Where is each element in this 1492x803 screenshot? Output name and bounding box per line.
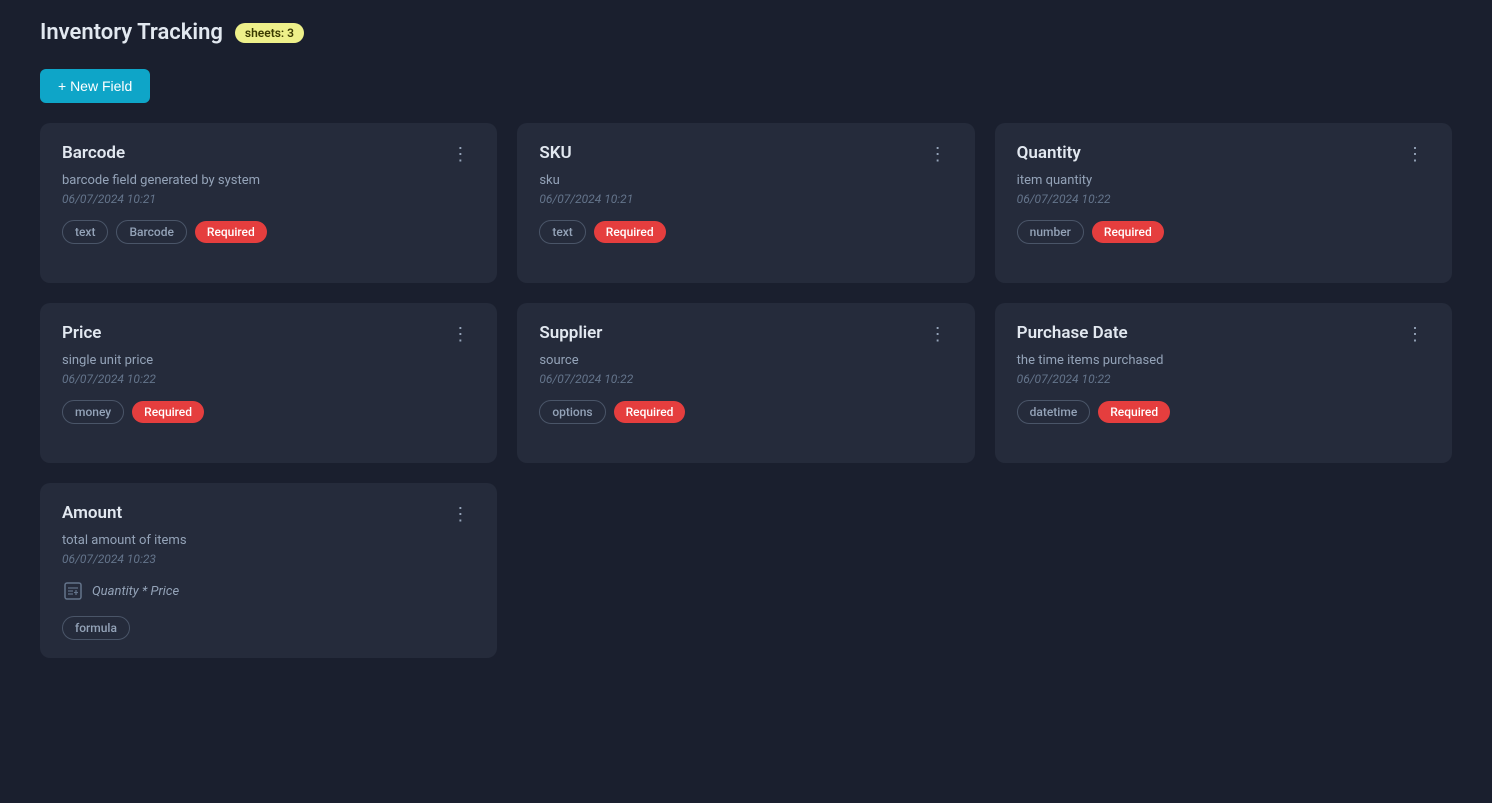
card-description-price: single unit price xyxy=(62,353,475,368)
card-description-amount: total amount of items xyxy=(62,533,475,548)
tag-money-price: money xyxy=(62,400,124,424)
card-description-purchase-date: the time items purchased xyxy=(1017,353,1430,368)
tag-required-purchase-date: Required xyxy=(1098,401,1170,423)
card-formula-amount: Quantity * Price xyxy=(92,584,179,599)
card-description-supplier: source xyxy=(539,353,952,368)
card-purchase-date: Purchase Date ⋮ the time items purchased 06… xyxy=(995,303,1452,463)
card-date-supplier: 06/07/2024 10:22 xyxy=(539,372,952,386)
tag-options-supplier: options xyxy=(539,400,605,424)
card-description-quantity: item quantity xyxy=(1017,173,1430,188)
card-title-supplier: Supplier xyxy=(539,323,602,343)
card-date-sku: 06/07/2024 10:21 xyxy=(539,192,952,206)
card-date-barcode: 06/07/2024 10:21 xyxy=(62,192,475,206)
card-title-purchase-date: Purchase Date xyxy=(1017,323,1128,343)
sheets-badge: sheets: 3 xyxy=(235,23,304,43)
tag-formula-amount: formula xyxy=(62,616,130,640)
cards-grid: Barcode ⋮ barcode field generated by syste… xyxy=(40,123,1452,658)
card-description-sku: sku xyxy=(539,173,952,188)
card-title-barcode: Barcode xyxy=(62,143,125,163)
card-date-amount: 06/07/2024 10:23 xyxy=(62,552,475,566)
tag-required-sku: Required xyxy=(594,221,666,243)
card-menu-quantity[interactable]: ⋮ xyxy=(1402,143,1430,165)
tag-datetime-purchase-date: datetime xyxy=(1017,400,1091,424)
card-date-quantity: 06/07/2024 10:22 xyxy=(1017,192,1430,206)
page-title: Inventory Tracking xyxy=(40,20,223,45)
card-menu-price[interactable]: ⋮ xyxy=(447,323,475,345)
card-barcode: Barcode ⋮ barcode field generated by syste… xyxy=(40,123,497,283)
card-menu-supplier[interactable]: ⋮ xyxy=(925,323,953,345)
card-title-quantity: Quantity xyxy=(1017,143,1081,163)
new-field-button[interactable]: + New Field xyxy=(40,69,150,103)
tag-text-barcode: text xyxy=(62,220,108,244)
tag-barcode-barcode: Barcode xyxy=(116,220,186,244)
card-amount: Amount ⋮ total amount of items 06/07/2024 1… xyxy=(40,483,497,658)
tag-required-quantity: Required xyxy=(1092,221,1164,243)
tag-number-quantity: number xyxy=(1017,220,1084,244)
formula-icon xyxy=(62,580,84,602)
card-date-price: 06/07/2024 10:22 xyxy=(62,372,475,386)
card-title-sku: SKU xyxy=(539,143,571,163)
card-menu-amount[interactable]: ⋮ xyxy=(447,503,475,525)
card-price: Price ⋮ single unit price 06/07/2024 10:22 m… xyxy=(40,303,497,463)
tag-required-barcode: Required xyxy=(195,221,267,243)
card-menu-purchase-date[interactable]: ⋮ xyxy=(1402,323,1430,345)
card-supplier: Supplier ⋮ source 06/07/2024 10:22 options Re… xyxy=(517,303,974,463)
card-menu-barcode[interactable]: ⋮ xyxy=(447,143,475,165)
tag-text-sku: text xyxy=(539,220,585,244)
card-title-amount: Amount xyxy=(62,503,122,523)
card-title-price: Price xyxy=(62,323,101,343)
tag-required-price: Required xyxy=(132,401,204,423)
card-quantity: Quantity ⋮ item quantity 06/07/2024 10:22 nu… xyxy=(995,123,1452,283)
card-menu-sku[interactable]: ⋮ xyxy=(925,143,953,165)
card-description-barcode: barcode field generated by system xyxy=(62,173,475,188)
card-sku: SKU ⋮ sku 06/07/2024 10:21 text Required xyxy=(517,123,974,283)
card-date-purchase-date: 06/07/2024 10:22 xyxy=(1017,372,1430,386)
tag-required-supplier: Required xyxy=(614,401,686,423)
